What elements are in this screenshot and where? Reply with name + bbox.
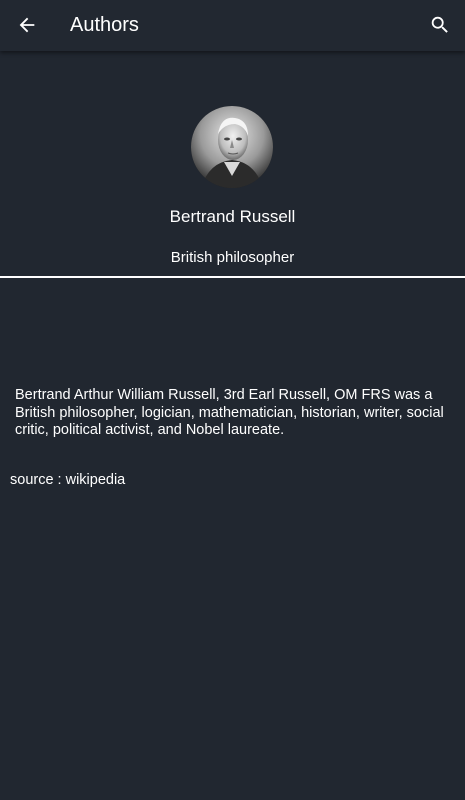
- app-bar: Authors: [0, 0, 465, 51]
- divider: [0, 276, 465, 278]
- back-button[interactable]: [12, 10, 42, 40]
- author-subtitle: British philosopher: [170, 249, 295, 266]
- page-title: Authors: [70, 14, 139, 36]
- author-name: Bertrand Russell: [169, 207, 296, 226]
- author-detail-screen: Authors Bertrand Russell British philoso…: [0, 0, 465, 800]
- arrow-back-icon: [19, 17, 35, 33]
- search-button[interactable]: [425, 10, 455, 40]
- author-bio: Bertrand Arthur William Russell, 3rd Ear…: [15, 387, 444, 438]
- portrait-image: [191, 106, 273, 188]
- author-header: Bertrand Russell British philosopher: [0, 51, 465, 276]
- source-label: source : wikipedia: [10, 472, 126, 488]
- search-icon: [431, 16, 448, 33]
- author-avatar: [191, 106, 273, 188]
